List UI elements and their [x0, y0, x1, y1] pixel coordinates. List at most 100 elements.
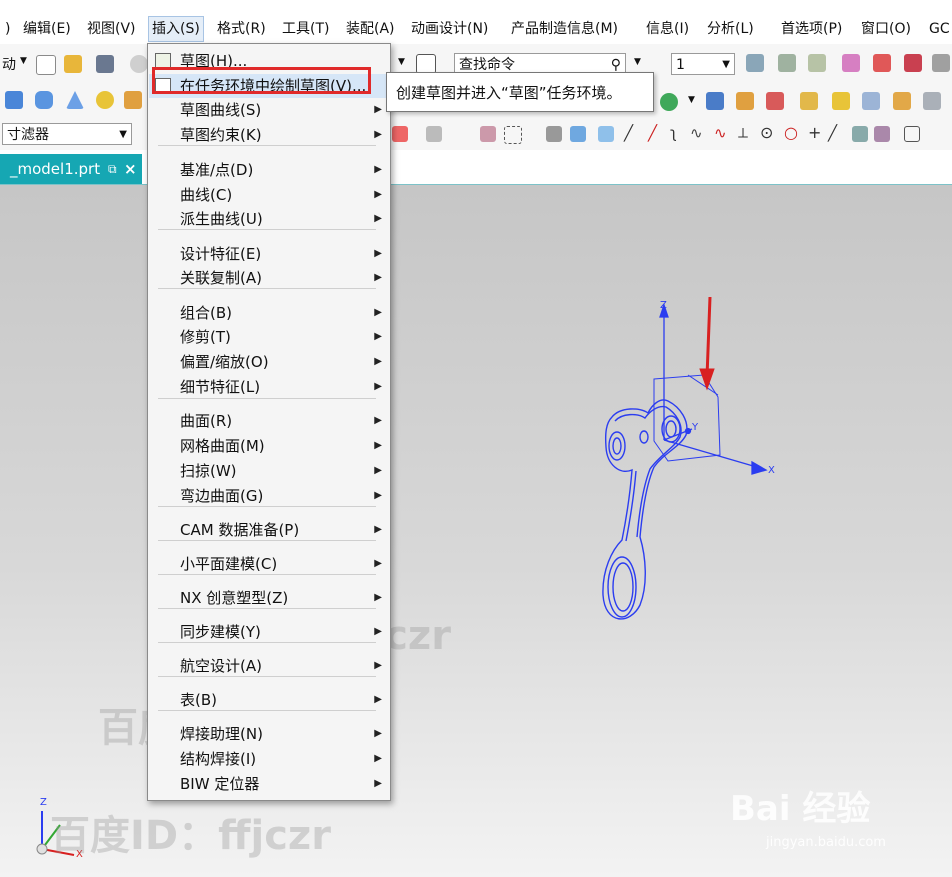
select-icon[interactable] — [426, 126, 442, 142]
menu-item-view[interactable]: 视图(V) — [84, 18, 139, 40]
menu-item-7[interactable]: 设计特征(E) ▶ — [149, 242, 389, 266]
grid-icon[interactable] — [904, 126, 920, 142]
thicken-icon[interactable] — [862, 92, 880, 110]
point-icon[interactable] — [660, 93, 678, 111]
tab-model1-prt[interactable]: _model1.prt ⧉ × — [0, 154, 142, 184]
snap-icon[interactable] — [392, 126, 408, 142]
submenu-arrow-icon: ▶ — [374, 440, 382, 451]
menu-item-14[interactable]: 网格曲面(M) ▶ — [149, 434, 389, 458]
menu-separator — [158, 540, 376, 541]
menu-item-pmi[interactable]: 产品制造信息(M) — [508, 18, 621, 40]
menu-item-15[interactable]: 扫掠(W) ▶ — [149, 459, 389, 483]
menu-item-24[interactable]: 结构焊接(I) ▶ — [149, 747, 389, 771]
type-filter-select[interactable]: 寸滤器 ▼ — [2, 123, 132, 145]
menu-item-17[interactable]: CAM 数据准备(P) ▶ — [149, 518, 389, 542]
menu-item-analysis[interactable]: 分析(L) — [704, 18, 757, 40]
perpendicular-icon[interactable]: ⟂ — [738, 124, 748, 142]
menu-item-11[interactable]: 偏置/缩放(O) ▶ — [149, 350, 389, 374]
menu-item-21[interactable]: 航空设计(A) ▶ — [149, 654, 389, 678]
face-icon[interactable] — [852, 126, 868, 142]
menu-item-23[interactable]: 焊接助理(N) ▶ — [149, 722, 389, 746]
chevron-down-icon[interactable]: ▼ — [634, 57, 641, 67]
circle-center-icon[interactable]: ⊙ — [760, 123, 773, 142]
chevron-down-icon[interactable]: ▼ — [398, 57, 405, 67]
cone-icon[interactable] — [66, 91, 84, 109]
menu-item-9[interactable]: 组合(B) ▶ — [149, 301, 389, 325]
chevron-down-icon[interactable]: ▼ — [688, 95, 695, 105]
menu-item-tools[interactable]: 工具(T) — [279, 18, 332, 40]
toolbar-left-label[interactable]: 动 — [2, 54, 16, 74]
wcs-display-icon[interactable] — [932, 54, 950, 72]
open-folder-icon[interactable] — [64, 55, 82, 73]
menu-item-info[interactable]: 信息(I) — [643, 18, 692, 40]
offset-face-icon[interactable] — [923, 92, 941, 110]
close-icon[interactable]: × — [124, 154, 137, 184]
menu-item-insert[interactable]: 插入(S) — [148, 16, 204, 42]
cylinder-icon[interactable] — [35, 91, 53, 109]
chevron-down-icon[interactable]: ▼ — [20, 56, 27, 66]
spline-icon[interactable]: ∿ — [690, 124, 703, 142]
shaded-icon[interactable] — [570, 126, 586, 142]
menu-item-file[interactable]: ) — [2, 18, 13, 40]
menu-item-16[interactable]: 弯边曲面(G) ▶ — [149, 484, 389, 508]
slash-icon[interactable]: ╱ — [828, 124, 837, 142]
sphere-icon[interactable] — [96, 91, 114, 109]
menu-item-12[interactable]: 细节特征(L) ▶ — [149, 375, 389, 399]
rectangle-select-icon[interactable] — [504, 126, 522, 144]
menu-item-10[interactable]: 修剪(T) ▶ — [149, 325, 389, 349]
new-file-icon[interactable] — [36, 55, 56, 75]
edge-icon[interactable] — [874, 126, 890, 142]
menu-item-20[interactable]: 同步建模(Y) ▶ — [149, 620, 389, 644]
info-icon[interactable] — [416, 54, 436, 74]
select-all-icon[interactable] — [480, 126, 496, 142]
move-to-layer-icon[interactable] — [778, 54, 796, 72]
wcs-dynamic-icon[interactable] — [873, 54, 891, 72]
submenu-arrow-icon: ▶ — [374, 272, 382, 283]
graphics-window[interactable]: Z X Y Z X 百度ID：ffjczr 百度ID：ffjczr 百度ID：f… — [0, 185, 952, 877]
wcs-icon[interactable] — [842, 54, 860, 72]
menu-item-preferences[interactable]: 首选项(P) — [778, 18, 845, 40]
trim-body-icon[interactable] — [893, 92, 911, 110]
extrude-icon[interactable] — [124, 91, 142, 109]
menu-item-13[interactable]: 曲面(R) ▶ — [149, 409, 389, 433]
pin-icon[interactable]: ⧉ — [108, 154, 117, 184]
cut-icon[interactable] — [130, 55, 148, 73]
block-icon[interactable] — [5, 91, 23, 109]
menu-item-2[interactable]: 草图曲线(S) ▶ — [149, 98, 389, 122]
menu-item-8[interactable]: 关联复制(A) ▶ — [149, 266, 389, 290]
menu-item-format[interactable]: 格式(R) — [214, 18, 269, 40]
menu-item-animation[interactable]: 动画设计(N) — [408, 18, 491, 40]
menu-item-19[interactable]: NX 创意塑型(Z) ▶ — [149, 586, 389, 610]
menu-item-assembly[interactable]: 装配(A) — [343, 18, 398, 40]
menu-item-22[interactable]: 表(B) ▶ — [149, 688, 389, 712]
copy-to-layer-icon[interactable] — [808, 54, 826, 72]
menu-separator — [158, 608, 376, 609]
menu-item-label: 扫掠(W) — [180, 462, 237, 480]
line-icon[interactable]: ╱ — [624, 124, 633, 142]
save-icon[interactable] — [96, 55, 114, 73]
menu-item-5[interactable]: 曲线(C) ▶ — [149, 183, 389, 207]
view-icon[interactable] — [546, 126, 562, 142]
sweep-icon[interactable] — [800, 92, 818, 110]
cross-icon[interactable]: + — [808, 123, 821, 142]
line-red-icon[interactable]: ╱ — [648, 124, 657, 142]
curve-icon[interactable]: ʅ — [670, 124, 677, 142]
menu-item-window[interactable]: 窗口(O) — [858, 18, 914, 40]
shell-icon[interactable] — [736, 92, 754, 110]
menu-item-gc[interactable]: GC — [926, 18, 952, 40]
surface-icon[interactable] — [832, 92, 850, 110]
wave-icon[interactable]: ∿ — [714, 124, 727, 142]
menu-item-6[interactable]: 派生曲线(U) ▶ — [149, 207, 389, 231]
circle-icon[interactable]: ○ — [784, 123, 798, 142]
layer-select[interactable]: 1 ▼ — [671, 53, 735, 75]
snap-endpoint-icon[interactable] — [598, 126, 614, 142]
menu-item-edit[interactable]: 编辑(E) — [20, 18, 74, 40]
menu-item-3[interactable]: 草图约束(K) ▶ — [149, 123, 389, 147]
layer-settings-icon[interactable] — [746, 54, 764, 72]
book-icon[interactable] — [706, 92, 724, 110]
wcs-origin-icon[interactable] — [904, 54, 922, 72]
menu-item-4[interactable]: 基准/点(D) ▶ — [149, 158, 389, 182]
pattern-icon[interactable] — [766, 92, 784, 110]
menu-item-18[interactable]: 小平面建模(C) ▶ — [149, 552, 389, 576]
menu-item-25[interactable]: BIW 定位器 ▶ — [149, 772, 389, 796]
